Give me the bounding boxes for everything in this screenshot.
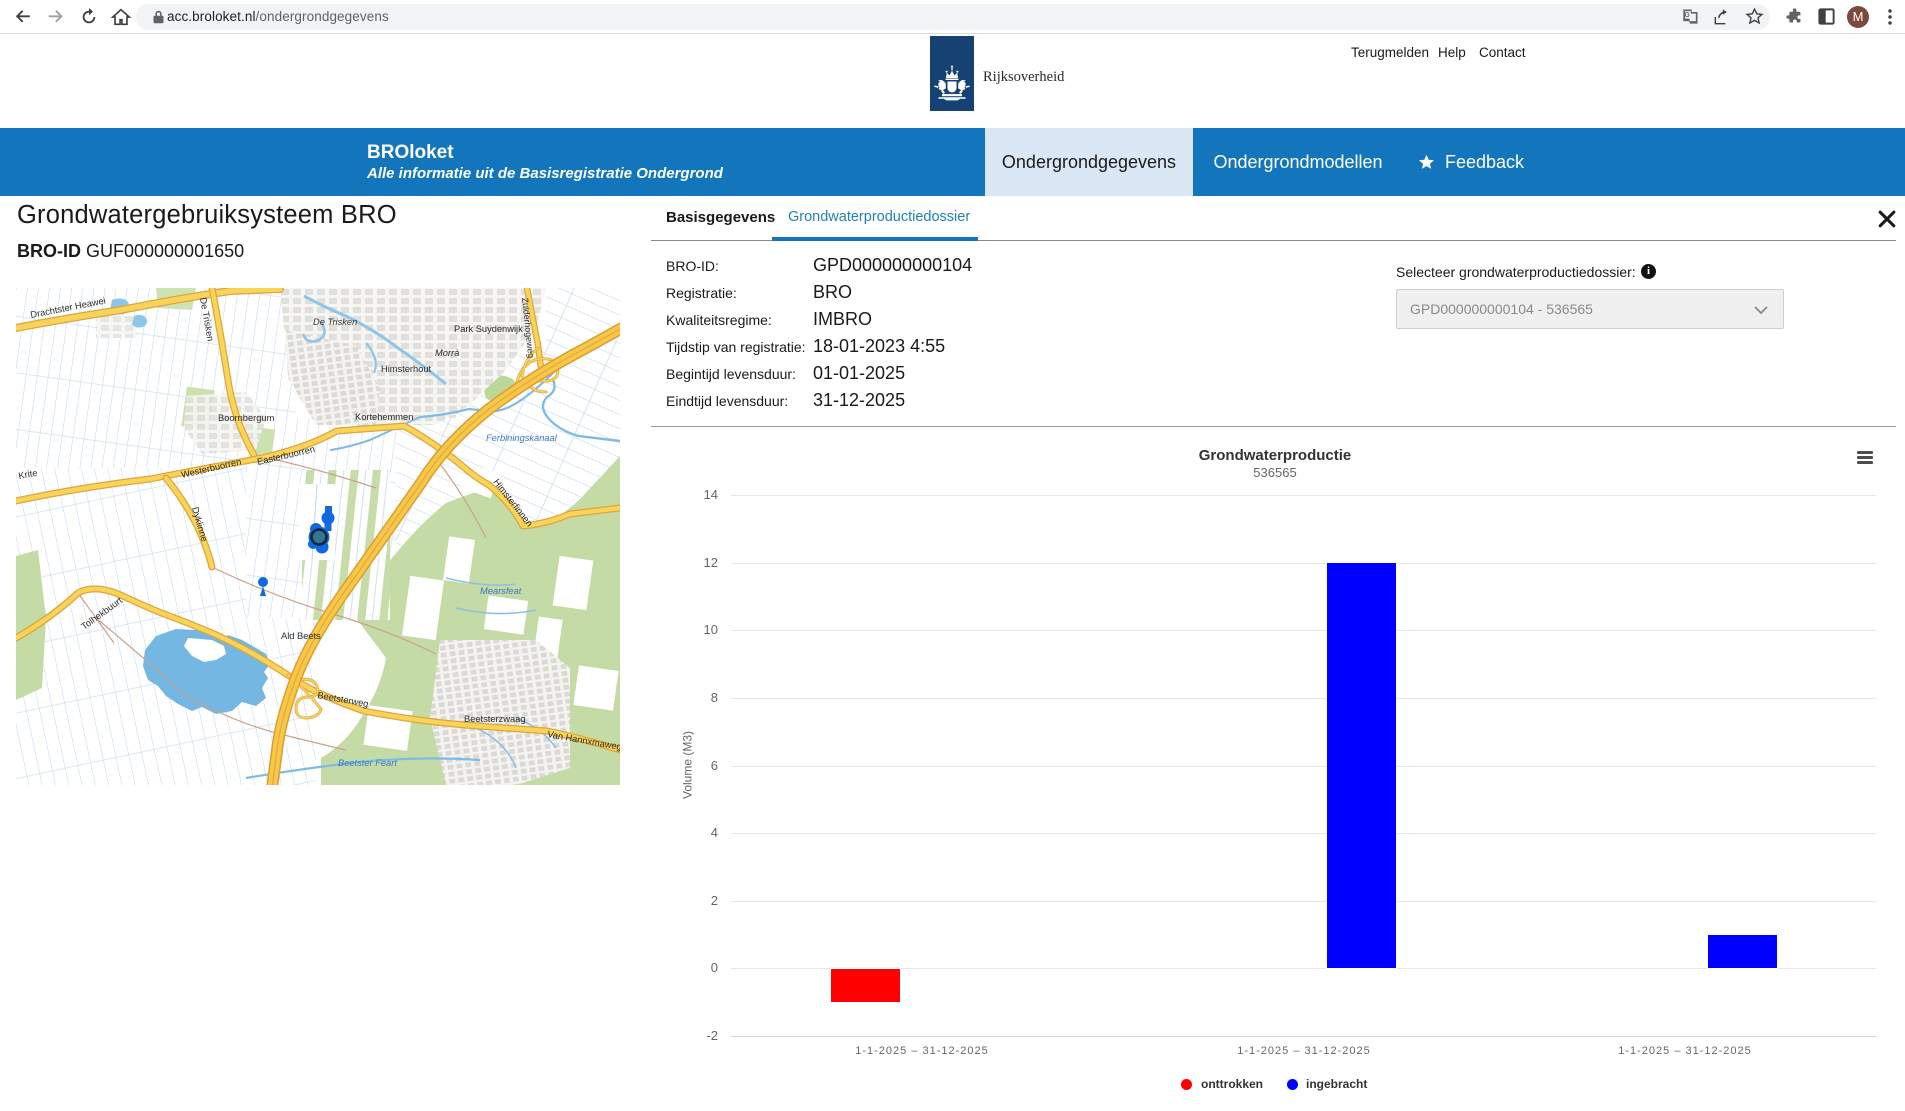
svg-text:Mearsfeat: Mearsfeat — [480, 586, 522, 596]
svg-text:Ferbiningskanaal: Ferbiningskanaal — [486, 433, 558, 443]
svg-text:Beetster Feart: Beetster Feart — [338, 758, 397, 768]
svg-text:Himsterhout: Himsterhout — [381, 364, 432, 374]
svg-text:G: G — [1684, 11, 1690, 19]
svg-text:Morrà: Morrà — [435, 348, 459, 358]
svg-text:Beetsterzwaag: Beetsterzwaag — [464, 714, 526, 724]
svg-text:Park Suydenwijk: Park Suydenwijk — [454, 324, 523, 334]
svg-text:Ald Beets: Ald Beets — [281, 631, 321, 641]
svg-text:De Trisken: De Trisken — [313, 317, 357, 327]
svg-text:Kortehemmen: Kortehemmen — [355, 412, 413, 422]
svg-text:Boornbergum: Boornbergum — [218, 413, 275, 423]
